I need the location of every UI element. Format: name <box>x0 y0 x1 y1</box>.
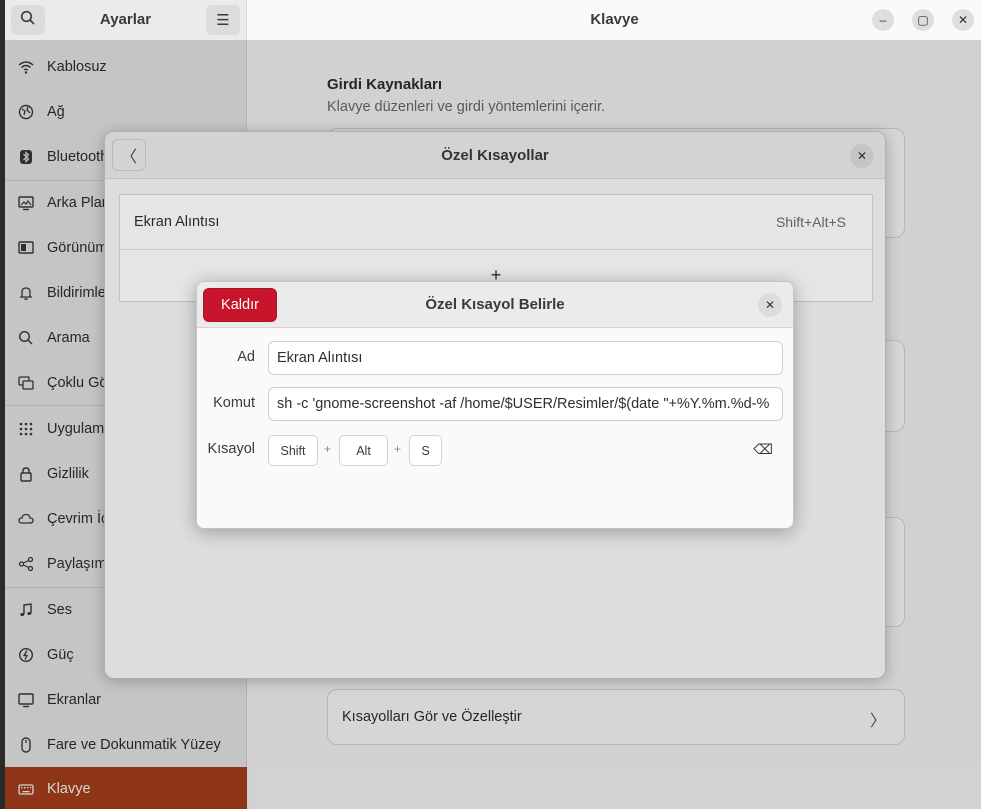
key-plus: + <box>324 442 332 456</box>
dialog-header: Kaldır Özel Kısayol Belirle ✕ <box>197 282 793 328</box>
hamburger-menu-icon: ☰ <box>216 12 230 29</box>
name-field[interactable]: Ekran Alıntısı <box>268 341 783 375</box>
sidebar-header: Ayarlar ☰ <box>5 0 246 40</box>
command-label: Komut <box>213 395 255 411</box>
maximize-icon: ▢ <box>917 13 929 27</box>
key-chip-alt: Alt <box>339 435 388 466</box>
maximize-button[interactable]: ▢ <box>912 9 934 31</box>
set-custom-shortcut-dialog: Kaldır Özel Kısayol Belirle ✕ Ad Ekran A… <box>196 281 794 529</box>
minimize-icon: ‒ <box>879 13 887 27</box>
dialog-title: Özel Kısayol Belirle <box>425 296 565 313</box>
key-chip-s: S <box>409 435 442 466</box>
close-icon: ✕ <box>957 13 969 27</box>
key-plus: + <box>394 442 402 456</box>
menu-button[interactable]: ☰ <box>206 5 240 35</box>
command-field[interactable]: sh -c 'gnome-screenshot -af /home/$USER/… <box>268 387 783 421</box>
minimize-button[interactable]: ‒ <box>872 9 894 31</box>
close-window-button[interactable]: ✕ <box>952 9 974 31</box>
shortcut-label: Kısayol <box>207 441 255 457</box>
name-label: Ad <box>237 349 255 365</box>
key-chip-shift: Shift <box>268 435 318 466</box>
backspace-icon[interactable]: ⌫ <box>753 441 773 458</box>
close-dialog-button[interactable]: ✕ <box>758 293 782 317</box>
close-icon: ✕ <box>764 298 776 312</box>
